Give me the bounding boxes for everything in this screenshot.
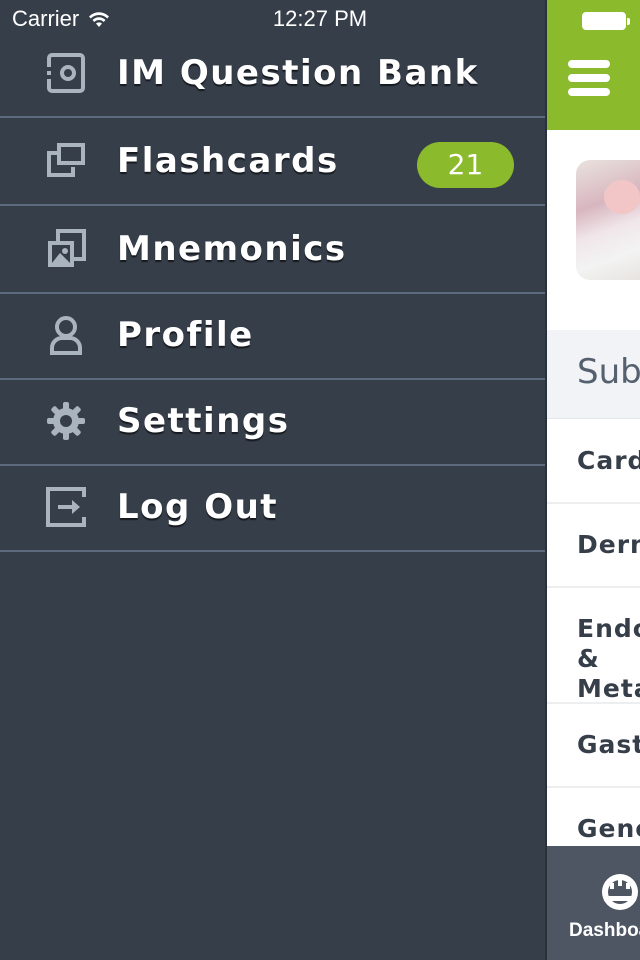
question-bank-icon bbox=[44, 51, 88, 95]
hamburger-icon[interactable] bbox=[568, 60, 610, 102]
subject-row[interactable]: General bbox=[547, 788, 640, 848]
menu-item-question-bank[interactable]: IM Question Bank bbox=[0, 30, 545, 118]
menu-item-mnemonics[interactable]: Mnemonics bbox=[0, 206, 545, 294]
top-bar bbox=[547, 0, 640, 130]
gear-icon bbox=[44, 399, 88, 443]
subjects-header: Subjects bbox=[547, 330, 640, 419]
logout-icon bbox=[44, 485, 88, 529]
flashcards-icon bbox=[44, 139, 88, 183]
menu-item-settings[interactable]: Settings bbox=[0, 378, 545, 466]
status-time: 12:27 PM bbox=[272, 6, 368, 31]
dashboard-icon bbox=[602, 874, 638, 910]
menu-item-label: IM Question Bank bbox=[117, 53, 479, 93]
side-menu: Carrier IM Question Bank Flashcards 21 M… bbox=[0, 0, 545, 960]
menu-item-label: Mnemonics bbox=[117, 229, 347, 269]
menu-item-log-out[interactable]: Log Out bbox=[0, 464, 545, 552]
mnemonics-icon bbox=[44, 227, 88, 271]
menu-item-profile[interactable]: Profile bbox=[0, 292, 545, 380]
subject-row[interactable]: Gastroenterology bbox=[547, 704, 640, 788]
menu-item-label: Log Out bbox=[117, 487, 279, 527]
battery-icon bbox=[582, 12, 630, 30]
menu-item-label: Settings bbox=[117, 401, 290, 441]
tab-bar: Dashboard bbox=[547, 846, 640, 960]
menu-item-label: Profile bbox=[117, 315, 254, 355]
profile-icon bbox=[44, 313, 88, 357]
menu-item-label: Flashcards bbox=[117, 141, 339, 181]
main-panel[interactable]: Subjects Cardiology Dermatology Endocrin… bbox=[545, 0, 640, 960]
subject-row[interactable]: Endocrinology & Metabolism bbox=[547, 588, 640, 704]
subjects-header-title: Subjects bbox=[577, 352, 640, 392]
menu-item-flashcards[interactable]: Flashcards 21 bbox=[0, 118, 545, 206]
profile-photo[interactable] bbox=[576, 160, 640, 280]
tab-dashboard-label: Dashboard bbox=[569, 920, 640, 941]
flashcards-count-badge: 21 bbox=[417, 142, 514, 188]
subject-row[interactable]: Dermatology bbox=[547, 504, 640, 588]
subject-row[interactable]: Cardiology bbox=[547, 420, 640, 504]
